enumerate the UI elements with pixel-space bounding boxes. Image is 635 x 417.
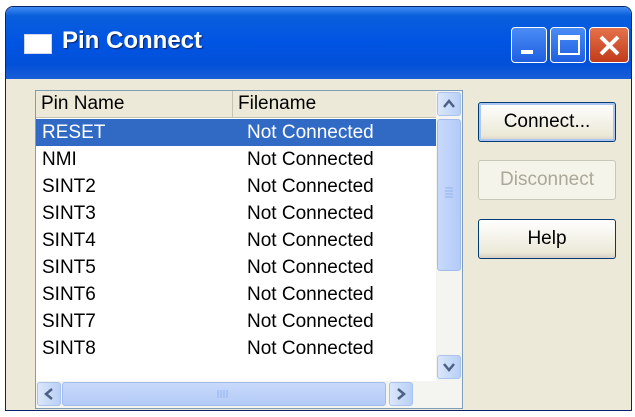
filename: Not Connected — [247, 176, 374, 197]
chevron-down-icon — [443, 363, 455, 372]
scroll-left-button[interactable] — [37, 382, 61, 406]
connect-button[interactable]: Connect... — [478, 102, 616, 142]
chevron-right-icon — [397, 388, 406, 400]
filename: Not Connected — [247, 230, 374, 251]
scroll-right-button[interactable] — [389, 382, 413, 406]
vertical-scroll-thumb[interactable] — [437, 119, 461, 271]
list-row-reset[interactable]: RESET Not Connected — [36, 119, 436, 146]
window-icon — [24, 34, 52, 54]
close-icon — [599, 35, 620, 56]
horizontal-scrollbar[interactable] — [36, 381, 462, 408]
scroll-down-button[interactable] — [437, 355, 461, 379]
title-bar[interactable]: Pin Connect — [6, 7, 631, 79]
pin-name: SINT2 — [42, 176, 96, 197]
pin-name: SINT8 — [42, 338, 96, 359]
pin-name: SINT5 — [42, 257, 96, 278]
maximize-button[interactable] — [550, 27, 586, 63]
horizontal-scroll-thumb[interactable] — [62, 382, 386, 406]
list-row-nmi[interactable]: NMI Not Connected — [36, 146, 436, 173]
close-button[interactable] — [589, 27, 629, 63]
list-row-sint6[interactable]: SINT6 Not Connected — [36, 281, 436, 308]
column-header-filename[interactable]: Filename — [233, 91, 436, 117]
maximize-icon — [558, 35, 580, 55]
pin-name: SINT7 — [42, 311, 96, 332]
pin-name: SINT4 — [42, 230, 96, 251]
minimize-icon — [521, 50, 533, 54]
list-row-sint7[interactable]: SINT7 Not Connected — [36, 308, 436, 335]
vertical-scrollbar[interactable] — [436, 91, 462, 381]
list-row-sint3[interactable]: SINT3 Not Connected — [36, 200, 436, 227]
pin-name: NMI — [42, 149, 77, 170]
grip-icon — [445, 187, 453, 198]
filename: Not Connected — [247, 284, 374, 305]
pin-name: SINT6 — [42, 284, 96, 305]
filename: Not Connected — [247, 149, 374, 170]
list-row-sint8[interactable]: SINT8 Not Connected — [36, 335, 436, 362]
list-row-sint5[interactable]: SINT5 Not Connected — [36, 254, 436, 281]
list-rows: RESET Not Connected NMI Not Connected SI… — [36, 119, 436, 362]
pin-list[interactable]: Pin Name Filename RESET Not Connected NM… — [35, 90, 463, 409]
list-row-sint4[interactable]: SINT4 Not Connected — [36, 227, 436, 254]
filename: Not Connected — [247, 338, 374, 359]
filename: Not Connected — [247, 311, 374, 332]
grip-icon — [217, 390, 228, 398]
minimize-button[interactable] — [511, 27, 547, 63]
pin-name: SINT3 — [42, 203, 96, 224]
window-title: Pin Connect — [62, 27, 203, 54]
help-button[interactable]: Help — [478, 219, 616, 259]
filename: Not Connected — [247, 257, 374, 278]
disconnect-button[interactable]: Disconnect — [478, 160, 616, 200]
filename: Not Connected — [247, 203, 374, 224]
pin-connect-dialog: Pin Connect Pin Name Filename RESET Not … — [5, 6, 632, 411]
chevron-left-icon — [44, 388, 53, 400]
scroll-up-button[interactable] — [437, 92, 461, 116]
column-header-pin-name[interactable]: Pin Name — [36, 91, 233, 117]
pin-name: RESET — [42, 122, 106, 143]
chevron-up-icon — [443, 99, 455, 108]
list-row-sint2[interactable]: SINT2 Not Connected — [36, 173, 436, 200]
filename: Not Connected — [247, 122, 374, 143]
list-header: Pin Name Filename — [36, 91, 436, 118]
